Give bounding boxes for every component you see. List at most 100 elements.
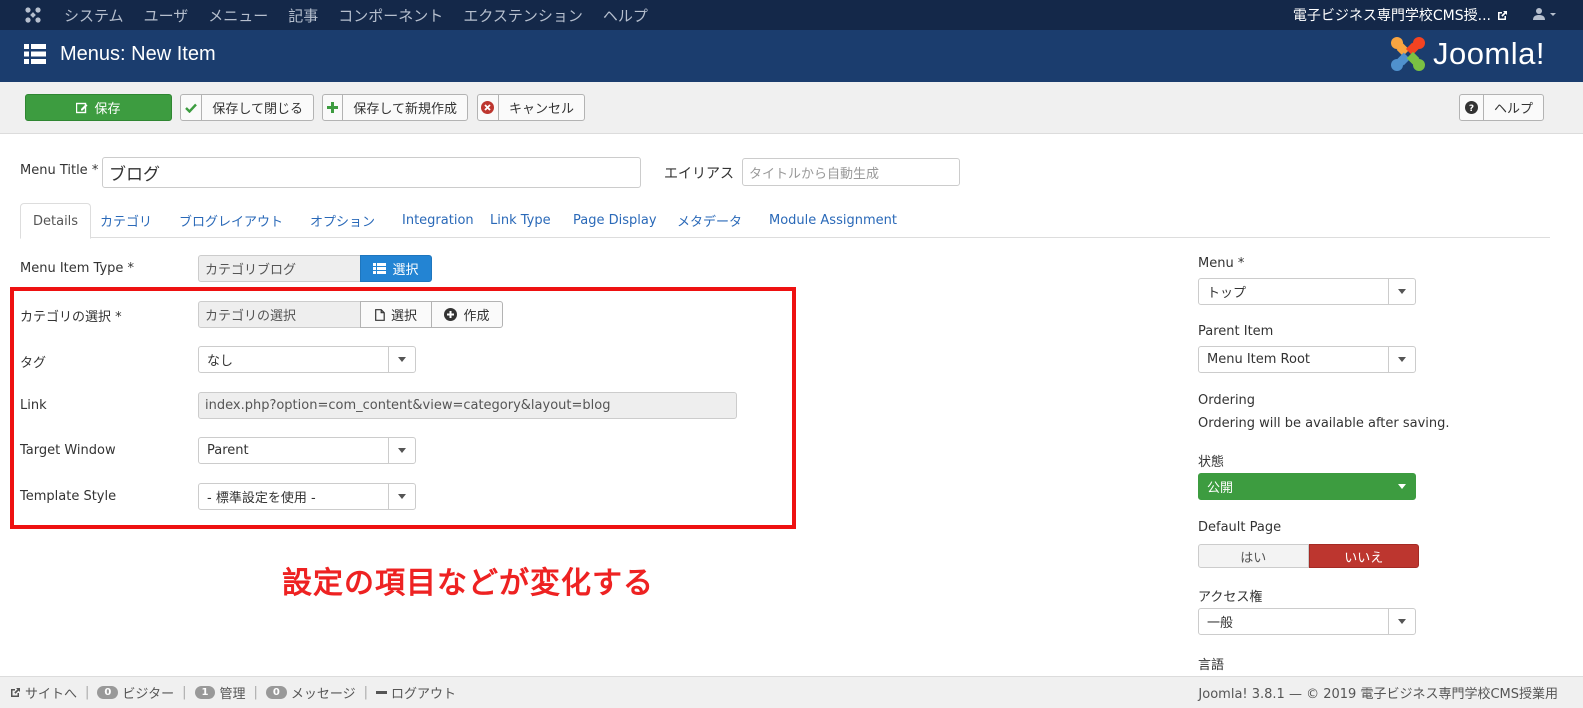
tab-options[interactable]: オプション (310, 203, 375, 238)
visitors-link[interactable]: ビジター (122, 683, 174, 702)
alias-placeholder: タイトルから自動生成 (749, 166, 880, 182)
page-title: Menus: New Item (60, 43, 216, 65)
user-icon (1533, 8, 1545, 20)
select-label: 選択 (392, 263, 419, 278)
save-label: 保存 (94, 102, 121, 117)
footer-divider: | (85, 685, 90, 700)
annotation-highlight-box (10, 287, 796, 529)
menu-item-type-select-button[interactable]: 選択 (360, 255, 432, 282)
footer-divider: | (363, 685, 368, 700)
admin-link[interactable]: 管理 (219, 683, 245, 702)
status-select[interactable]: 公開 (1198, 473, 1416, 500)
access-label: アクセス権 (1198, 590, 1263, 605)
footer-divider: | (182, 685, 187, 700)
menu-label: Menu * (1198, 256, 1245, 271)
tab-blog-layout[interactable]: ブログレイアウト (179, 203, 283, 238)
menu-users[interactable]: ユーザ (144, 5, 189, 26)
edit-icon (76, 102, 88, 113)
access-value: 一般 (1207, 616, 1234, 631)
svg-text:?: ? (1469, 104, 1474, 114)
save-close-label: 保存して閉じる (212, 102, 303, 117)
admin-navbar: システム ユーザ メニュー 記事 コンポーネント エクステンション ヘルプ 電子… (0, 0, 1583, 30)
save-new-label: 保存して新規作成 (353, 102, 457, 117)
tab-module-assignment[interactable]: Module Assignment (769, 203, 897, 238)
tab-integration[interactable]: Integration (402, 203, 474, 238)
cancel-circle-icon (478, 95, 499, 120)
messages-link[interactable]: メッセージ (291, 683, 356, 702)
cancel-label: キャンセル (508, 102, 574, 117)
menu-extensions[interactable]: エクステンション (463, 5, 583, 26)
ordering-note: Ordering will be available after saving. (1198, 416, 1450, 431)
messages-count-badge: 0 (265, 686, 287, 699)
action-toolbar: 保存 保存して閉じる 保存して新規作成 キャンセル ? ヘルプ (0, 82, 1583, 134)
joomla-brand-logo-icon (1390, 37, 1425, 71)
plus-icon (323, 95, 344, 120)
access-select[interactable]: 一般 (1198, 608, 1416, 635)
cancel-button[interactable]: キャンセル (477, 94, 585, 121)
menu-select[interactable]: トップ (1198, 278, 1416, 305)
menu-components[interactable]: コンポーネント (338, 5, 443, 26)
parent-item-select[interactable]: Menu Item Root (1198, 346, 1416, 373)
caret-down-icon (1388, 279, 1415, 304)
logout-link[interactable]: ログアウト (391, 683, 456, 702)
default-page-yes[interactable]: はい (1198, 544, 1309, 568)
menu-item-type-value: カテゴリブログ (205, 263, 297, 278)
save-close-button[interactable]: 保存して閉じる (180, 94, 314, 121)
menu-help[interactable]: ヘルプ (603, 5, 648, 26)
external-link-icon (11, 688, 20, 697)
page-header: Menus: New Item Joomla! (0, 30, 1583, 82)
save-button[interactable]: 保存 (25, 94, 172, 121)
menu-system[interactable]: システム (64, 5, 124, 26)
menu-item-type-label: Menu Item Type * (20, 261, 135, 276)
caret-down-icon (1388, 347, 1415, 372)
caret-down-icon (1388, 609, 1415, 634)
tab-category[interactable]: カテゴリ (100, 203, 152, 238)
menu-item-type-field: カテゴリブログ (198, 255, 361, 282)
question-icon: ? (1460, 95, 1484, 120)
site-link[interactable]: 電子ビジネス専門学校CMS授... (1293, 0, 1508, 30)
caret-down-icon (1550, 13, 1556, 16)
view-site-link[interactable]: サイトへ (25, 683, 77, 702)
tab-page-display[interactable]: Page Display (573, 203, 657, 238)
caret-down-icon (1388, 474, 1415, 499)
annotation-text: 設定の項目などが変化する (282, 566, 654, 601)
joomla-logo-icon[interactable] (24, 6, 42, 24)
parent-item-label: Parent Item (1198, 324, 1274, 339)
default-page-no[interactable]: いいえ (1308, 544, 1419, 568)
tab-link-type[interactable]: Link Type (490, 203, 551, 238)
menu-title-input[interactable]: ブログ (102, 157, 641, 188)
version-copyright: Joomla! 3.8.1 — © 2019 電子ビジネス専門学校CMS授業用 (1198, 687, 1558, 702)
alias-input[interactable]: タイトルから自動生成 (742, 158, 960, 186)
admin-menu: システム ユーザ メニュー 記事 コンポーネント エクステンション ヘルプ (64, 0, 668, 30)
save-new-button[interactable]: 保存して新規作成 (322, 94, 468, 121)
help-label: ヘルプ (1493, 102, 1533, 117)
site-name: 電子ビジネス専門学校CMS授... (1292, 8, 1491, 24)
menu-title-label: Menu Title * (20, 163, 99, 178)
tab-details[interactable]: Details (20, 203, 92, 239)
edit-tabs: Details カテゴリ ブログレイアウト オプション Integration … (20, 203, 1550, 239)
parent-item-value: Menu Item Root (1207, 352, 1311, 367)
menu-content[interactable]: 記事 (288, 5, 318, 26)
ordering-label: Ordering (1198, 393, 1256, 408)
check-icon (181, 95, 203, 120)
menu-value: トップ (1207, 286, 1247, 301)
admin-count-badge: 1 (194, 686, 216, 699)
status-value: 公開 (1207, 481, 1234, 496)
user-menu[interactable] (1533, 7, 1557, 21)
joomla-wordmark: Joomla! (1432, 36, 1545, 71)
footer-divider: | (253, 685, 258, 700)
minus-icon (376, 690, 387, 694)
menu-menus[interactable]: メニュー (208, 5, 268, 26)
external-link-icon (1498, 10, 1507, 20)
joomla-brand: Joomla! (1389, 35, 1545, 73)
default-page-toggle: はい いいえ (1198, 544, 1419, 568)
help-button[interactable]: ? ヘルプ (1459, 94, 1544, 121)
alias-label: エイリアス (664, 166, 734, 182)
visitors-count-badge: 0 (97, 686, 119, 699)
status-label: 状態 (1198, 455, 1225, 470)
default-page-label: Default Page (1198, 520, 1282, 535)
status-footer: サイトへ | 0 ビジター | 1 管理 | 0 メッセージ | ログアウト J… (0, 676, 1583, 708)
menu-title-value: ブログ (109, 165, 160, 185)
language-label: 言語 (1198, 658, 1225, 673)
tab-metadata[interactable]: メタデータ (677, 203, 742, 238)
